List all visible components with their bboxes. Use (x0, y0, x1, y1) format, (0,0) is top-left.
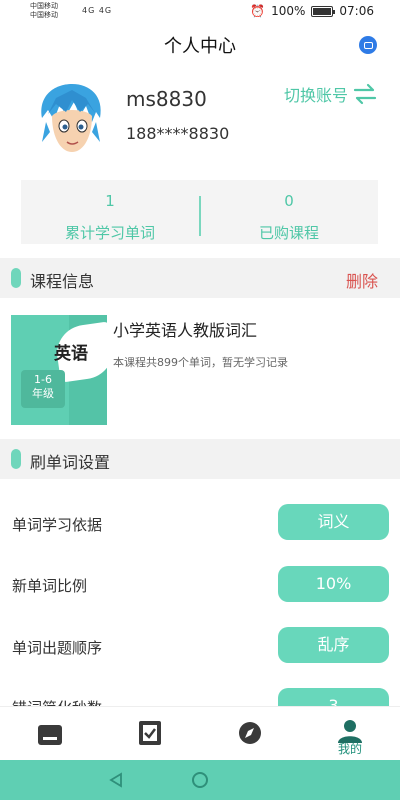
home-circle-icon[interactable] (192, 772, 208, 788)
stats-divider (199, 196, 201, 236)
carrier-1: 中国移动 (30, 2, 58, 10)
grade-label: 年级 (32, 387, 54, 400)
stat-courses[interactable]: 0 已购课程 (200, 180, 378, 244)
tab-home[interactable] (0, 707, 100, 761)
compass-icon (239, 722, 261, 744)
header: 个人中心 (0, 24, 400, 64)
setting-label-basis: 单词学习依据 (12, 516, 103, 534)
tab-study[interactable] (100, 707, 200, 761)
delete-button[interactable]: 删除 (346, 268, 378, 292)
swap-arrows-icon (353, 83, 377, 105)
clock: 07:06 (339, 4, 374, 18)
alarm-icon: ⏰ (250, 4, 266, 18)
system-nav-bar (0, 760, 400, 800)
battery-percent: 100% (271, 4, 306, 18)
course-section-title: 课程信息 (30, 272, 95, 291)
setting-ratio-button[interactable]: 10% (278, 566, 389, 602)
tab-profile[interactable]: 我的 (300, 707, 400, 761)
settings-section-header: 刷单词设置 (0, 439, 400, 479)
setting-label-ratio: 新单词比例 (12, 577, 88, 595)
grade-text: 1-6 年级 (23, 373, 63, 401)
battery-icon (311, 5, 336, 17)
tab-profile-label: 我的 (337, 742, 362, 756)
avatar[interactable] (36, 82, 106, 158)
setting-label-order: 单词出题顺序 (12, 639, 103, 657)
grade-range: 1-6 (34, 373, 52, 386)
phone-number: 188****8830 (126, 124, 230, 143)
signal-indicator: 4G 4G (82, 6, 113, 15)
course-section-header: 课程信息 删除 (0, 258, 400, 298)
setting-basis-button[interactable]: 词义 (278, 504, 389, 540)
carrier-info: 中国移动 中国移动 (30, 2, 58, 20)
switch-account-label: 切换账号 (284, 86, 349, 105)
status-right: ⏰ 100% 07:06 (250, 4, 374, 18)
course-cover[interactable]: 英语 1-6 年级 (11, 315, 107, 425)
course-name[interactable]: 小学英语人教版词汇 (113, 317, 257, 341)
page-title: 个人中心 (164, 36, 236, 57)
back-icon[interactable] (108, 772, 124, 788)
username: ms8830 (126, 87, 207, 111)
course-description: 本课程共899个单词，暂无学习记录 (113, 356, 288, 369)
section-marker (11, 449, 21, 469)
setting-order-button[interactable]: 乱序 (278, 627, 389, 663)
home-icon (38, 725, 62, 745)
stat-words[interactable]: 1 累计学习单词 (21, 180, 199, 244)
courses-label: 已购课程 (258, 224, 319, 242)
words-label: 累计学习单词 (64, 224, 155, 242)
words-count: 1 (105, 192, 115, 210)
message-icon[interactable] (359, 36, 377, 54)
courses-count: 0 (284, 192, 294, 210)
switch-account-button[interactable]: 切换账号 (284, 82, 378, 106)
book-check-icon (139, 721, 161, 745)
cover-word: 英语 (54, 344, 88, 364)
settings-section-title: 刷单词设置 (30, 453, 111, 472)
section-marker (11, 268, 21, 288)
tab-discover[interactable] (200, 707, 300, 761)
carrier-2: 中国移动 (30, 11, 58, 19)
status-bar: 中国移动 中国移动 4G 4G ⏰ 100% 07:06 (0, 0, 400, 24)
bottom-tab-bar: 我的 (0, 706, 400, 760)
